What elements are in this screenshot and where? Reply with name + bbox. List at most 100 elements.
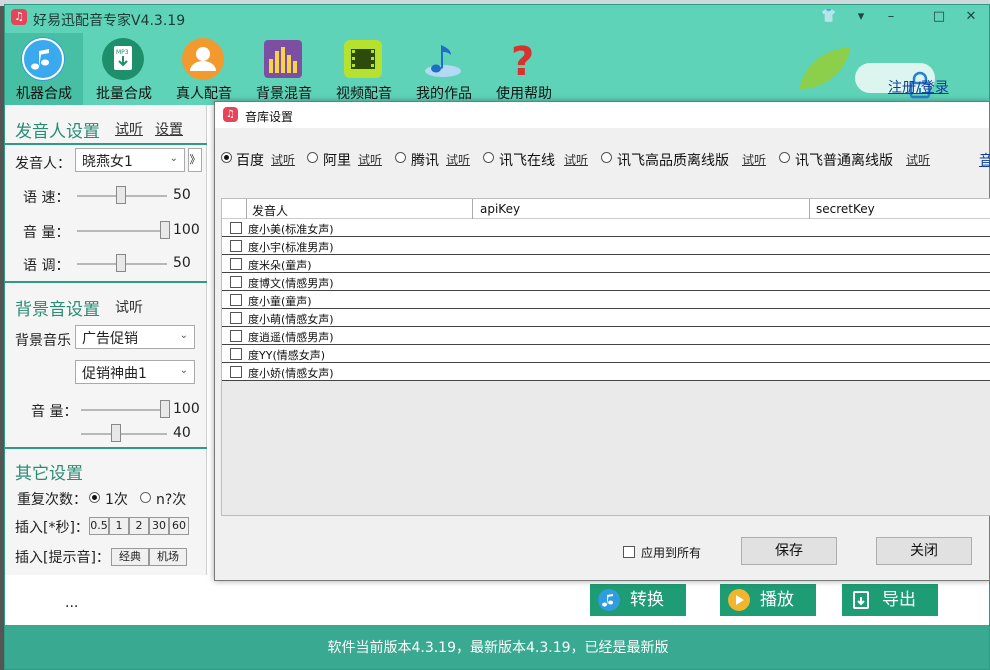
table-row[interactable]: 度小萌(情感女声) — [222, 309, 990, 327]
tool-batch-synthesis[interactable]: MP3 批量合成 — [85, 33, 163, 105]
export-button[interactable]: 导出 — [842, 584, 938, 616]
person-icon — [181, 37, 225, 81]
bg-volume-slider-track[interactable] — [81, 409, 167, 411]
engine-ali-try-link[interactable]: 试听 — [358, 151, 382, 168]
tool-video-dubbing[interactable]: 视频配音 — [325, 33, 403, 105]
convert-label: 转换 — [630, 590, 664, 610]
row-checkbox[interactable] — [230, 240, 242, 252]
table-row[interactable]: 度米朵(童声) — [222, 255, 990, 273]
bg-volume-slider-thumb[interactable] — [160, 400, 170, 418]
engine-xunfei-std-offline-try-link[interactable]: 试听 — [906, 151, 930, 168]
row-checkbox[interactable] — [230, 294, 242, 306]
speaker-more-button[interactable]: 》 — [188, 148, 202, 172]
skin-icon[interactable]: 👕 — [819, 9, 839, 24]
repeat-label: 重复次数： — [17, 492, 87, 508]
more-engines-link[interactable]: 音 — [979, 150, 990, 170]
question-mark-icon: ? — [501, 37, 545, 85]
play-button[interactable]: 播放 — [720, 584, 816, 616]
volume-slider-track[interactable] — [77, 230, 167, 232]
equalizer-icon — [261, 37, 305, 81]
speed-slider-thumb[interactable] — [116, 186, 126, 204]
speaker-name: 度YY(情感女声) — [248, 349, 326, 362]
engine-xunfei-online-radio[interactable] — [483, 152, 494, 163]
tool-help[interactable]: ? 使用帮助 — [485, 33, 563, 105]
chevron-down-icon: ⌄ — [169, 153, 178, 164]
table-row[interactable]: 度逍遥(情感男声) — [222, 327, 990, 345]
engine-baidu-try-link[interactable]: 试听 — [271, 151, 295, 168]
row-checkbox[interactable] — [230, 258, 242, 270]
tool-label: 机器合成 — [16, 86, 72, 102]
minimize-button[interactable]: – — [881, 9, 901, 24]
tool-machine-synthesis[interactable]: 机器合成 — [5, 33, 83, 105]
table-row[interactable]: 度小宇(标准男声) — [222, 237, 990, 255]
bg-try-link[interactable]: 试听 — [115, 297, 143, 317]
engine-xunfei-std-offline-radio[interactable] — [779, 152, 790, 163]
engine-tencent-try-link[interactable]: 试听 — [446, 151, 470, 168]
voice-settings-heading: 发音人设置 — [15, 122, 100, 142]
save-button[interactable]: 保存 — [741, 537, 837, 565]
engine-baidu-label: 百度 — [236, 153, 264, 169]
repeat-once-radio[interactable] — [89, 492, 100, 503]
row-checkbox[interactable] — [230, 366, 242, 378]
bg-settings-heading: 背景音设置 — [15, 300, 100, 320]
close-dialog-button[interactable]: 关闭 — [876, 537, 972, 565]
tool-background-mix[interactable]: 背景混音 — [245, 33, 323, 105]
tool-my-works[interactable]: 我的作品 — [405, 33, 483, 105]
insert-60s-button[interactable]: 60 — [169, 517, 189, 535]
bg-track-select[interactable]: 促销神曲1 ⌄ — [75, 360, 195, 384]
close-button[interactable]: ✕ — [961, 9, 981, 24]
voice-settings-link[interactable]: 设置 — [155, 119, 183, 139]
insert-seconds-label: 插入[*秒]： — [15, 520, 89, 536]
maximize-button[interactable]: □ — [929, 9, 949, 24]
tone-classic-button[interactable]: 经典 — [111, 548, 149, 566]
insert-1s-button[interactable]: 1 — [109, 517, 129, 535]
insert-30s-button[interactable]: 30 — [149, 517, 169, 535]
convert-button[interactable]: 转换 — [590, 584, 686, 616]
bg-secondary-slider-thumb[interactable] — [111, 424, 121, 442]
table-row[interactable]: 度小美(标准女声) — [222, 219, 990, 237]
app-logo-icon: ♫ — [11, 9, 27, 25]
status-bar: 软件当前版本4.3.19，最新版本4.3.19，已经是最新版 — [5, 625, 989, 669]
bg-volume-value: 100 — [173, 401, 200, 417]
apply-all-checkbox[interactable] — [623, 546, 635, 558]
tool-label: 背景混音 — [256, 86, 312, 102]
repeat-n-label: n?次 — [156, 492, 187, 508]
engine-baidu-radio[interactable] — [221, 152, 232, 163]
title-bar: ♫ 好易迅配音专家V4.3.19 👕 ▾ – □ ✕ — [5, 5, 989, 33]
speaker-key-table: 发音人 apiKey secretKey 度小美(标准女声) 度小宇(标准男声)… — [221, 198, 990, 516]
voice-try-link[interactable]: 试听 — [115, 119, 143, 139]
row-checkbox[interactable] — [230, 222, 242, 234]
row-checkbox[interactable] — [230, 348, 242, 360]
column-header-apikey: apiKey — [480, 202, 521, 216]
engine-ali-radio[interactable] — [307, 152, 318, 163]
bg-category-select[interactable]: 广告促销 ⌄ — [75, 325, 195, 349]
engine-xunfei-hq-offline-try-link[interactable]: 试听 — [742, 151, 766, 168]
table-row[interactable]: 度小娇(情感女声) — [222, 363, 990, 381]
engine-xunfei-std-offline-label: 讯飞普通离线版 — [795, 153, 893, 169]
table-row[interactable]: 度YY(情感女声) — [222, 345, 990, 363]
app-logo-icon: ♫ — [223, 107, 238, 122]
volume-slider-thumb[interactable] — [160, 221, 170, 239]
row-checkbox[interactable] — [230, 330, 242, 342]
insert-2s-button[interactable]: 2 — [129, 517, 149, 535]
tool-label: 真人配音 — [176, 86, 232, 102]
engine-xunfei-hq-offline-radio[interactable] — [601, 152, 612, 163]
speaker-select[interactable]: 晓燕女1 ⌄ — [75, 148, 185, 172]
pitch-value: 50 — [173, 255, 191, 271]
speaker-value: 晓燕女1 — [82, 154, 133, 170]
table-row[interactable]: 度小童(童声) — [222, 291, 990, 309]
engine-xunfei-online-try-link[interactable]: 试听 — [564, 151, 588, 168]
row-checkbox[interactable] — [230, 276, 242, 288]
table-row[interactable]: 度博文(情感男声) — [222, 273, 990, 291]
engine-tencent-radio[interactable] — [395, 152, 406, 163]
tone-airport-button[interactable]: 机场 — [149, 548, 187, 566]
menu-dropdown-icon[interactable]: ▾ — [851, 9, 871, 24]
pitch-slider-thumb[interactable] — [116, 254, 126, 272]
tool-human-voice[interactable]: 真人配音 — [165, 33, 243, 105]
bg-secondary-slider-track[interactable] — [81, 433, 167, 435]
chevron-down-icon: ⌄ — [179, 330, 188, 341]
register-login-link[interactable]: 注册/登录 — [888, 77, 949, 97]
repeat-n-radio[interactable] — [140, 492, 151, 503]
row-checkbox[interactable] — [230, 312, 242, 324]
insert-0.5s-button[interactable]: 0.5 — [89, 517, 109, 535]
